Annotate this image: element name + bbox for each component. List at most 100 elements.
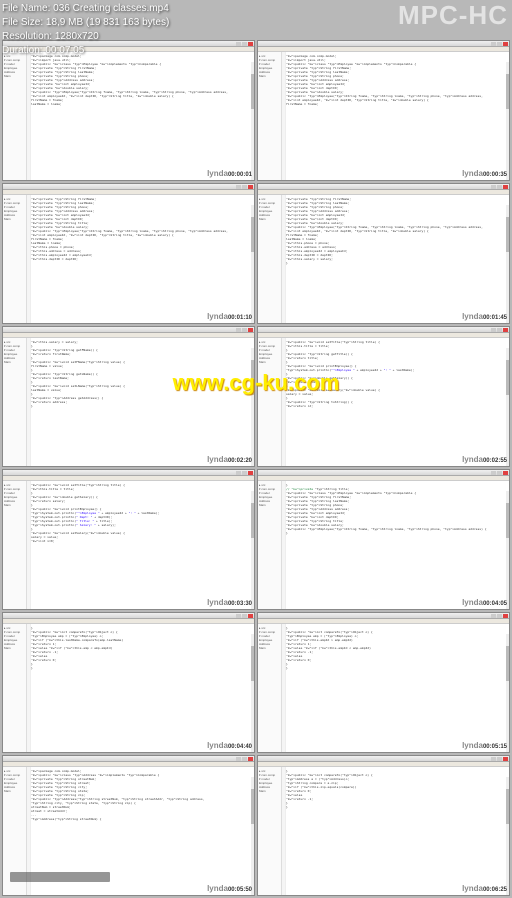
- close-icon: [248, 185, 253, 189]
- close-icon: [248, 42, 253, 46]
- project-tree: ▸ src ▾ com.comp ▾ model Employee Addres…: [258, 481, 282, 609]
- close-icon: [503, 757, 508, 761]
- vertical-scrollbar[interactable]: [251, 62, 254, 180]
- minimize-icon: [491, 185, 496, 189]
- project-tree: ▸ src ▾ com.comp ▾ model Employee Addres…: [258, 52, 282, 180]
- lynda-watermark: lynda00:01:45: [462, 312, 507, 321]
- progress-bar[interactable]: [10, 872, 110, 882]
- minimize-icon: [236, 471, 241, 475]
- lynda-watermark: lynda00:01:10: [207, 312, 252, 321]
- maximize-icon: [497, 614, 502, 618]
- thumbnail-0[interactable]: ▸ src ▾ com.comp ▾ model Employee Addres…: [2, 40, 255, 181]
- lynda-watermark: lynda00:00:35: [462, 169, 507, 178]
- lynda-watermark: lynda00:03:30: [207, 598, 252, 607]
- close-icon: [248, 328, 253, 332]
- lynda-watermark: lynda00:05:50: [207, 884, 252, 893]
- lynda-watermark: lynda00:05:15: [462, 741, 507, 750]
- vertical-scrollbar[interactable]: [251, 205, 254, 323]
- thumbnail-5[interactable]: ▸ src ▾ com.comp ▾ model Employee Addres…: [257, 326, 510, 467]
- vertical-scrollbar[interactable]: [251, 348, 254, 466]
- vertical-scrollbar[interactable]: [251, 634, 254, 752]
- close-icon: [503, 328, 508, 332]
- minimize-icon: [236, 185, 241, 189]
- vertical-scrollbar[interactable]: [506, 348, 509, 466]
- vertical-scrollbar[interactable]: [506, 777, 509, 895]
- thumbnail-8[interactable]: ▸ src ▾ com.comp ▾ model Employee Addres…: [2, 612, 255, 753]
- filename-value: 036 Creating classes.mp4: [53, 3, 169, 14]
- resolution-label: Resolution:: [2, 31, 52, 42]
- lynda-watermark: lynda00:06:25: [462, 884, 507, 893]
- maximize-icon: [242, 614, 247, 618]
- vertical-scrollbar[interactable]: [506, 634, 509, 752]
- code-editor: } // "kw">private "typ">String title; "k…: [282, 481, 509, 609]
- code-editor: } "kw">public "kw">int compareTo("typ">O…: [282, 624, 509, 752]
- minimize-icon: [491, 471, 496, 475]
- close-icon: [248, 757, 253, 761]
- close-icon: [248, 471, 253, 475]
- project-tree: ▸ src ▾ com.comp ▾ model Employee Addres…: [3, 481, 27, 609]
- vertical-scrollbar[interactable]: [506, 62, 509, 180]
- project-tree: ▸ src ▾ com.comp ▾ model Employee Addres…: [3, 52, 27, 180]
- maximize-icon: [242, 328, 247, 332]
- project-tree: ▸ src ▾ com.comp ▾ model Employee Addres…: [3, 195, 27, 323]
- filesize-value: 18,9 MB (19 831 163 bytes): [46, 17, 169, 28]
- code-editor: "kw">public "kw">void setTitle("typ">Str…: [27, 481, 254, 609]
- minimize-icon: [236, 328, 241, 332]
- code-editor: "kw">public "kw">void setTitle("typ">Str…: [282, 338, 509, 466]
- code-editor: } "kw">public "kw">int compareTo("typ">O…: [27, 624, 254, 752]
- vertical-scrollbar[interactable]: [506, 205, 509, 323]
- duration-value: 00:07:05: [45, 45, 84, 56]
- lynda-watermark: lynda00:04:05: [462, 598, 507, 607]
- minimize-icon: [236, 757, 241, 761]
- close-icon: [503, 42, 508, 46]
- thumbnail-9[interactable]: ▸ src ▾ com.comp ▾ model Employee Addres…: [257, 612, 510, 753]
- minimize-icon: [236, 614, 241, 618]
- code-editor: } "kw">public "kw">int compareTo("typ">O…: [282, 767, 509, 895]
- minimize-icon: [491, 42, 496, 46]
- lynda-watermark: lynda00:04:40: [207, 741, 252, 750]
- maximize-icon: [242, 42, 247, 46]
- close-icon: [248, 614, 253, 618]
- filename-label: File Name:: [2, 3, 50, 14]
- vertical-scrollbar[interactable]: [251, 491, 254, 609]
- maximize-icon: [497, 328, 502, 332]
- project-tree: ▸ src ▾ com.comp ▾ model Employee Addres…: [3, 624, 27, 752]
- lynda-watermark: lynda00:00:01: [207, 169, 252, 178]
- minimize-icon: [236, 42, 241, 46]
- maximize-icon: [242, 471, 247, 475]
- file-info-overlay: File Name: 036 Creating classes.mp4 File…: [2, 2, 169, 58]
- duration-label: Duration:: [2, 45, 43, 56]
- code-editor: "kw">private "typ">String firstName; "kw…: [27, 195, 254, 323]
- maximize-icon: [497, 185, 502, 189]
- close-icon: [503, 471, 508, 475]
- vertical-scrollbar[interactable]: [506, 491, 509, 609]
- maximize-icon: [497, 757, 502, 761]
- thumbnail-7[interactable]: ▸ src ▾ com.comp ▾ model Employee Addres…: [257, 469, 510, 610]
- minimize-icon: [491, 757, 496, 761]
- project-tree: ▸ src ▾ com.comp ▾ model Employee Addres…: [3, 338, 27, 466]
- code-editor: "kw">package com.comp.model;"kw">import …: [27, 52, 254, 180]
- thumbnail-11[interactable]: ▸ src ▾ com.comp ▾ model Employee Addres…: [257, 755, 510, 896]
- close-icon: [503, 614, 508, 618]
- thumbnail-2[interactable]: ▸ src ▾ com.comp ▾ model Employee Addres…: [2, 183, 255, 324]
- thumbnail-4[interactable]: ▸ src ▾ com.comp ▾ model Employee Addres…: [2, 326, 255, 467]
- project-tree: ▸ src ▾ com.comp ▾ model Employee Addres…: [258, 767, 282, 895]
- thumbnail-6[interactable]: ▸ src ▾ com.comp ▾ model Employee Addres…: [2, 469, 255, 610]
- thumbnail-1[interactable]: ▸ src ▾ com.comp ▾ model Employee Addres…: [257, 40, 510, 181]
- vertical-scrollbar[interactable]: [251, 777, 254, 895]
- code-editor: "kw">private "typ">String firstName; "kw…: [282, 195, 509, 323]
- minimize-icon: [491, 328, 496, 332]
- maximize-icon: [242, 757, 247, 761]
- lynda-watermark: lynda00:02:55: [462, 455, 507, 464]
- minimize-icon: [491, 614, 496, 618]
- thumbnail-grid: ▸ src ▾ com.comp ▾ model Employee Addres…: [0, 0, 512, 898]
- project-tree: ▸ src ▾ com.comp ▾ model Employee Addres…: [258, 195, 282, 323]
- project-tree: ▸ src ▾ com.comp ▾ model Employee Addres…: [258, 624, 282, 752]
- mpc-hc-logo: MPC-HC: [398, 0, 508, 31]
- thumbnail-3[interactable]: ▸ src ▾ com.comp ▾ model Employee Addres…: [257, 183, 510, 324]
- maximize-icon: [497, 471, 502, 475]
- resolution-value: 1280x720: [55, 31, 99, 42]
- maximize-icon: [497, 42, 502, 46]
- code-editor: "kw">package com.comp.model;"kw">import …: [282, 52, 509, 180]
- filesize-label: File Size:: [2, 17, 43, 28]
